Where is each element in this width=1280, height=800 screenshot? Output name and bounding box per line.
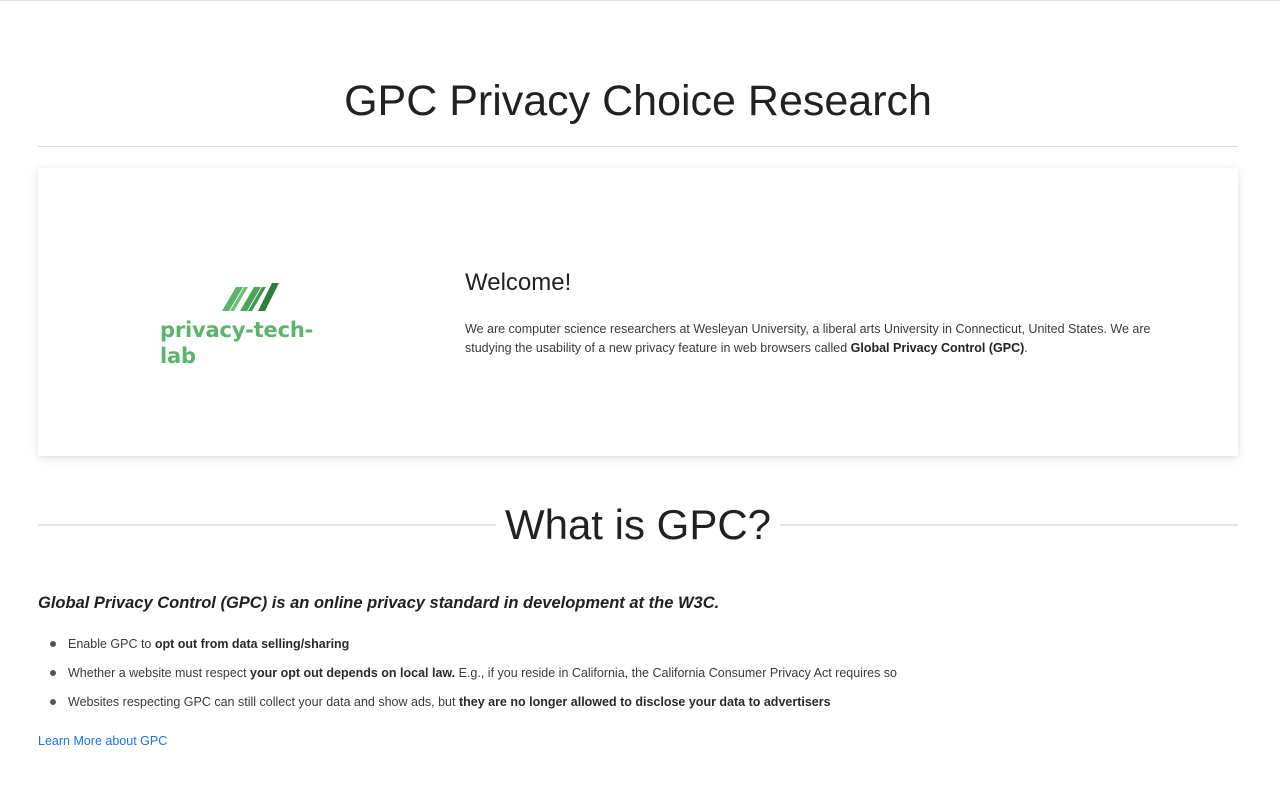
list-item-bold: your opt out depends on local law. bbox=[250, 666, 456, 680]
privacy-tech-lab-logo: privacy-tech-lab bbox=[160, 279, 345, 368]
welcome-text: We are computer science researchers at W… bbox=[465, 320, 1185, 358]
gpc-heading: What is GPC? bbox=[504, 501, 772, 548]
bullet-icon bbox=[50, 670, 56, 676]
bullet-icon bbox=[50, 641, 56, 647]
list-item-bold: opt out from data selling/sharing bbox=[154, 637, 350, 651]
list-item-text: Websites respecting GPC can still collec… bbox=[68, 695, 459, 709]
heading-rule-left bbox=[38, 524, 496, 526]
list-item-text: Whether a website must respect bbox=[68, 666, 251, 680]
list-item-text: E.g., if you reside in California, the C… bbox=[455, 666, 897, 680]
gpc-bullet-list: Enable GPC to opt out from data selling/… bbox=[38, 632, 1238, 719]
welcome-text-part1: We are computer science researchers at W… bbox=[465, 322, 1151, 355]
welcome-heading: Welcome! bbox=[465, 269, 572, 296]
list-item: Enable GPC to opt out from data selling/… bbox=[38, 632, 1238, 661]
bullet-icon bbox=[50, 699, 56, 705]
logo-text: privacy-tech-lab bbox=[160, 318, 314, 368]
page-title: GPC Privacy Choice Research bbox=[344, 77, 932, 125]
list-item-text: Enable GPC to bbox=[68, 637, 155, 651]
welcome-card: privacy-tech-lab Welcome! We are compute… bbox=[38, 168, 1238, 456]
title-divider bbox=[38, 146, 1238, 147]
heading-rule-right bbox=[780, 524, 1238, 526]
welcome-text-bold: Global Privacy Control (GPC) bbox=[850, 341, 1025, 355]
list-item-bold: they are no longer allowed to disclose y… bbox=[458, 695, 831, 709]
page: GPC Privacy Choice Research privacy-tech… bbox=[0, 0, 1280, 800]
welcome-text-part2: . bbox=[1024, 341, 1028, 355]
gpc-section-heading: What is GPC? bbox=[38, 497, 1238, 553]
list-item: Websites respecting GPC can still collec… bbox=[38, 690, 1238, 719]
gpc-intro: Global Privacy Control (GPC) is an onlin… bbox=[38, 594, 720, 612]
list-item: Whether a website must respect your opt … bbox=[38, 661, 1238, 690]
logo-stripes-icon bbox=[222, 283, 279, 311]
learn-more-link[interactable]: Learn More about GPC bbox=[38, 732, 167, 750]
